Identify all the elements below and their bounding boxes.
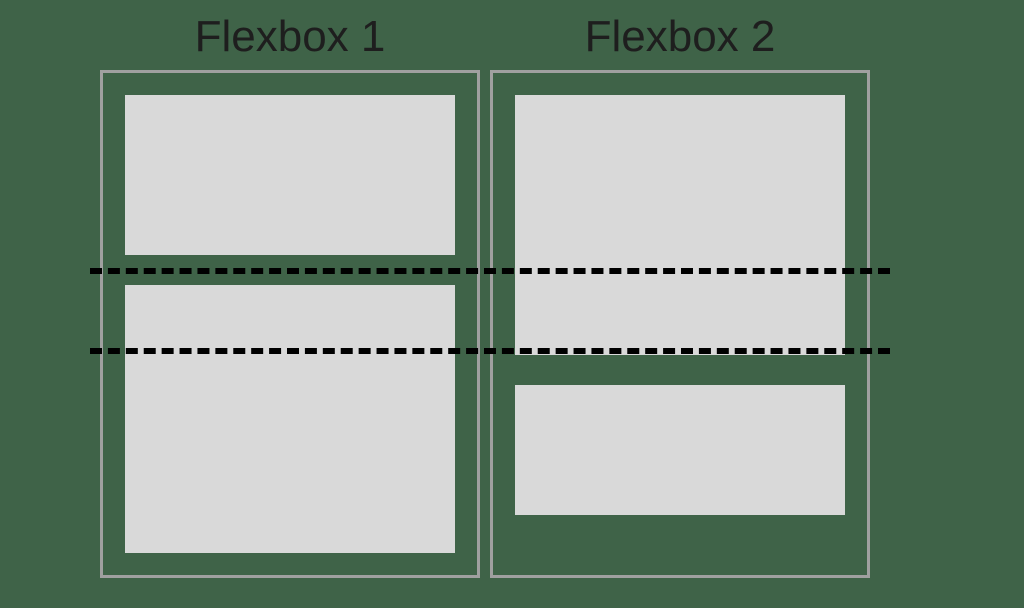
- alignment-guide-bottom: [90, 348, 890, 354]
- flexbox-2-title: Flexbox 2: [490, 12, 870, 62]
- flexbox-2-empty-space: [515, 515, 845, 553]
- flexbox-1-item-bottom: [125, 285, 455, 553]
- flexbox-2-item-bottom: [515, 385, 845, 515]
- alignment-guide-top: [90, 268, 890, 274]
- flexbox-2-gap: [515, 355, 845, 385]
- flexbox-2-container: [490, 70, 870, 578]
- flexbox-1-item-top: [125, 95, 455, 255]
- flexbox-1-title: Flexbox 1: [100, 12, 480, 62]
- diagram-stage: Flexbox 1 Flexbox 2: [0, 0, 1024, 608]
- flexbox-1-container: [100, 70, 480, 578]
- flexbox-2-item-top: [515, 95, 845, 355]
